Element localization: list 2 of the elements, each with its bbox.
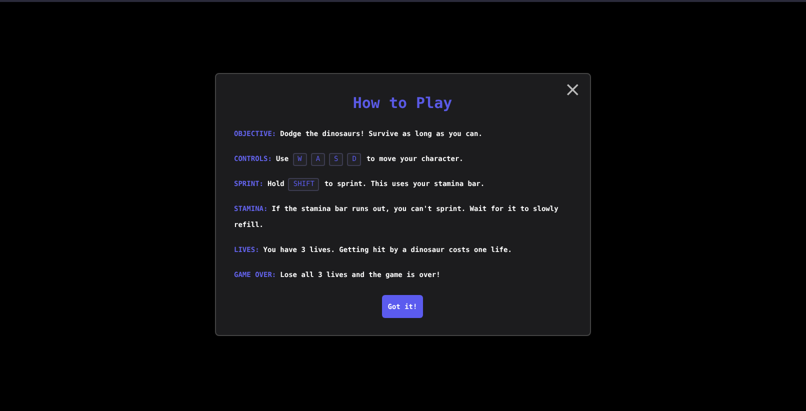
close-button[interactable]: ×: [562, 77, 583, 101]
dialog-title: How to Play: [352, 94, 454, 112]
